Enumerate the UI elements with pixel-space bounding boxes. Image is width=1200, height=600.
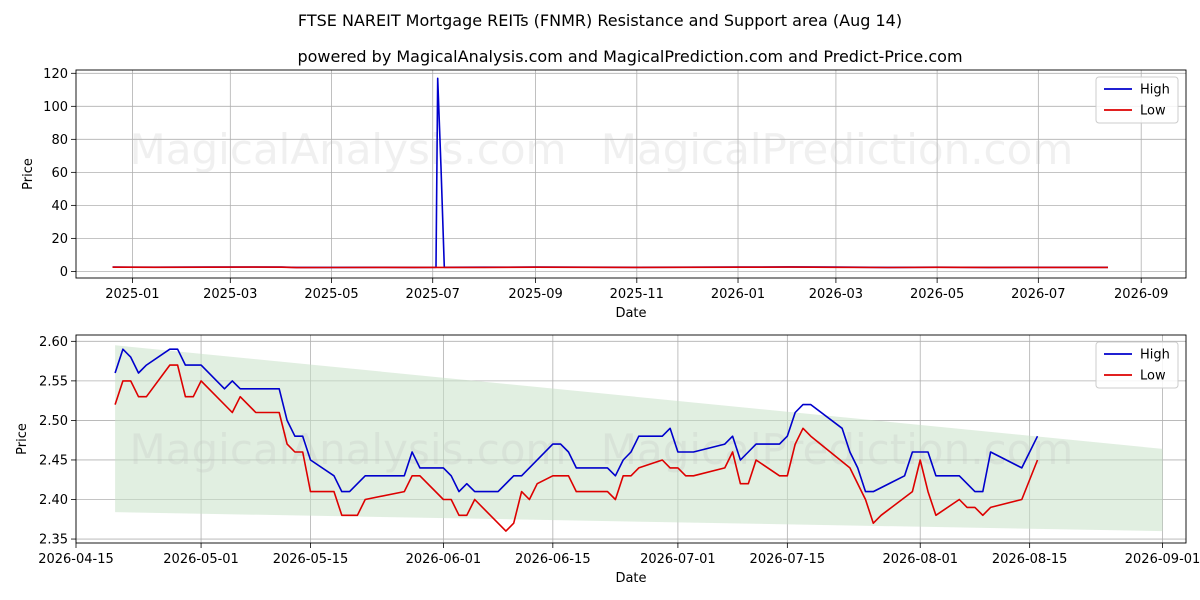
x-tick-label: 2026-09 [1114, 287, 1168, 302]
legend-label-low: Low [1140, 369, 1166, 384]
x-tick-label: 2026-05-15 [273, 552, 349, 567]
series-line-low [112, 266, 1108, 269]
y-axis-label: Price [21, 158, 36, 190]
y-tick-label: 120 [43, 67, 68, 82]
figure: FTSE NAREIT Mortgage REITs (FNMR) Resist… [15, 11, 1200, 586]
x-tick-label: 2025-09 [508, 287, 562, 302]
y-tick-label: 2.35 [39, 533, 68, 548]
x-tick-label: 2026-05-01 [163, 552, 239, 567]
legend-label-high: High [1140, 83, 1170, 98]
x-tick-label: 2026-07-15 [750, 552, 826, 567]
x-tick-label: 2026-07 [1011, 287, 1065, 302]
x-tick-label: 2026-09-01 [1125, 552, 1200, 567]
x-tick-label: 2026-01 [711, 287, 765, 302]
legend: High Low [1095, 341, 1179, 389]
x-tick-label: 2026-05 [910, 287, 964, 302]
x-tick-label: 2026-04-15 [38, 552, 114, 567]
watermark-analysis: MagicalAnalysis.com [130, 425, 567, 474]
axes-frame [75, 69, 1187, 279]
x-tick-label: 2025-11 [610, 287, 664, 302]
x-tick-label: 2026-06-15 [515, 552, 591, 567]
top-panel: 2025-01 2025-03 2025-05 2025-07 2025-09 2025-… [21, 67, 1187, 321]
y-tick-label: 2.45 [39, 453, 68, 468]
y-tick-label: 100 [43, 100, 68, 115]
x-axis-label: Date [615, 306, 646, 321]
y-tick-label: 2.50 [39, 414, 68, 429]
bottom-panel: 2026-04-15 2026-05-01 2026-05-15 2026-06-01… [15, 334, 1200, 586]
watermark-analysis: MagicalAnalysis.com [130, 125, 567, 174]
y-axis-label: Price [15, 423, 30, 455]
y-tick-label: 80 [51, 133, 68, 148]
y-tick-label: 0 [60, 265, 68, 280]
x-tick-label: 2025-03 [203, 287, 257, 302]
y-tick-label: 20 [51, 232, 68, 247]
x-axis-label: Date [615, 571, 646, 586]
x-tick-label: 2026-07-01 [640, 552, 716, 567]
y-tick-label: 60 [51, 166, 68, 181]
x-tick-label: 2026-08-15 [992, 552, 1068, 567]
legend: High Low [1095, 76, 1179, 124]
watermark-prediction: MagicalPrediction.com [601, 125, 1074, 174]
y-tick-label: 2.40 [39, 493, 68, 508]
legend-label-high: High [1140, 348, 1170, 363]
chart-subtitle: powered by MagicalAnalysis.com and Magic… [297, 47, 962, 66]
y-tick-label: 2.55 [39, 374, 68, 389]
x-tick-label: 2025-01 [105, 287, 159, 302]
y-tick-label: 2.60 [39, 335, 68, 350]
x-tick-label: 2026-03 [809, 287, 863, 302]
x-tick-label: 2025-07 [406, 287, 460, 302]
y-tick-label: 40 [51, 199, 68, 214]
legend-label-low: Low [1140, 104, 1166, 119]
x-tick-label: 2025-05 [304, 287, 358, 302]
x-tick-label: 2026-08-01 [882, 552, 958, 567]
chart-title: FTSE NAREIT Mortgage REITs (FNMR) Resist… [298, 11, 902, 30]
x-tick-label: 2026-06-01 [406, 552, 482, 567]
